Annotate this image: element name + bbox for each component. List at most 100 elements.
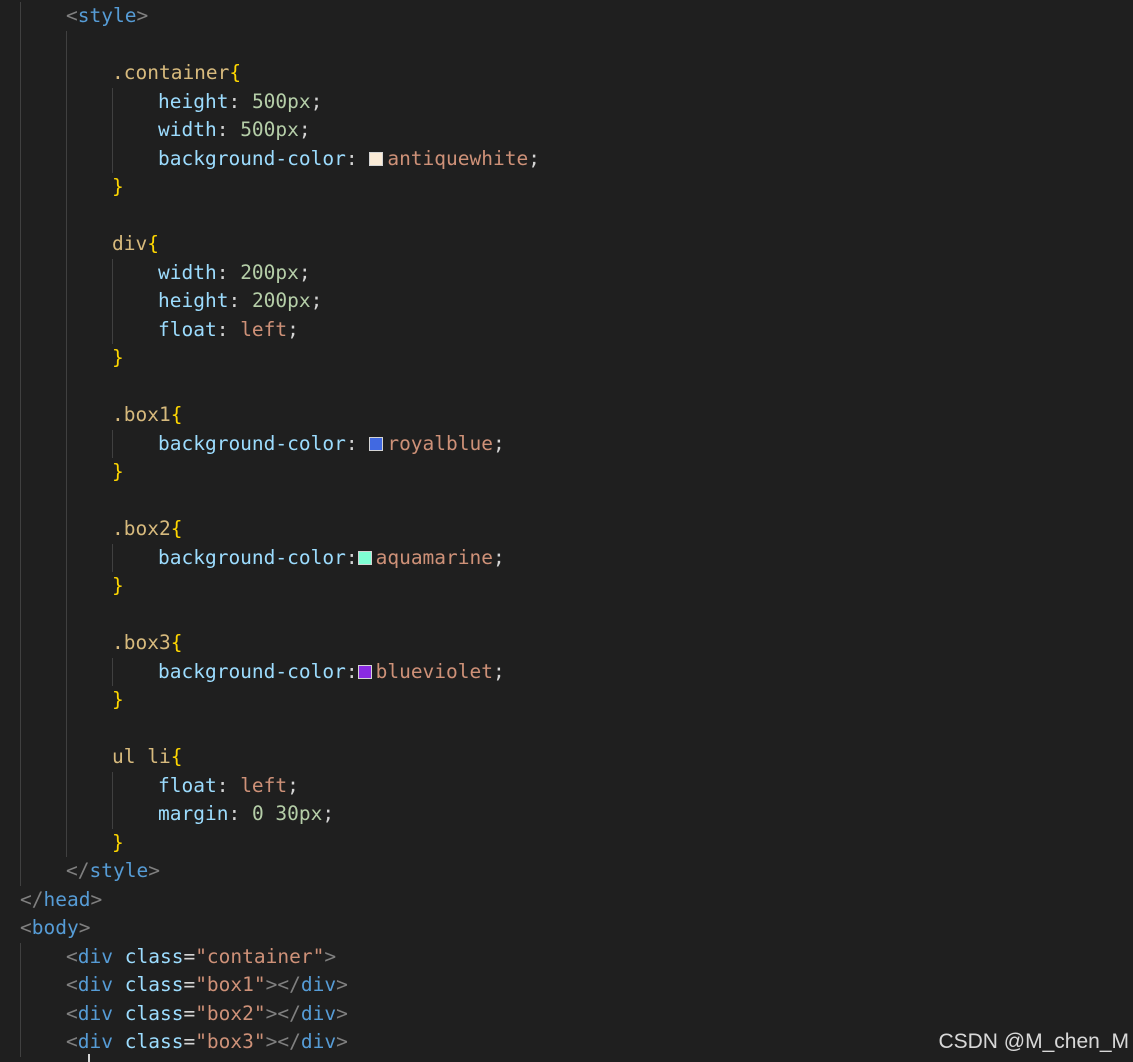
- code-line: ul li{: [112, 743, 182, 772]
- code-token: :: [216, 260, 241, 284]
- code-token: div: [77, 973, 113, 996]
- code-token: ul li: [112, 745, 171, 768]
- code-line: float: left;: [158, 772, 299, 801]
- code-token: float: [158, 773, 217, 797]
- code-token: 500px: [251, 89, 311, 113]
- code-token: div: [77, 1030, 113, 1053]
- code-line: <style>: [66, 2, 148, 31]
- code-line: <div class="container">: [66, 943, 336, 972]
- code-token: div: [300, 1001, 337, 1025]
- code-token: >: [336, 973, 348, 996]
- code-token: <: [20, 916, 32, 939]
- code-editor[interactable]: <style> .container{height: 500px; width: 5…: [0, 0, 1133, 1062]
- code-line: .box1{: [112, 401, 182, 430]
- code-token: "box2": [195, 1001, 266, 1025]
- text-cursor: [88, 1054, 90, 1062]
- code-token: div: [112, 232, 148, 255]
- indent-guide: [112, 258, 113, 344]
- code-token: div: [300, 1030, 337, 1053]
- code-line: }: [112, 572, 124, 601]
- aquamarine-swatch[interactable]: [357, 550, 372, 565]
- code-line: }: [112, 458, 124, 487]
- code-token: background-color: [158, 146, 346, 170]
- code-token: ;: [298, 118, 311, 141]
- indent-guide: [20, 2, 21, 886]
- code-token: .box3: [112, 631, 171, 654]
- code-token: =: [183, 1030, 196, 1053]
- code-token: >: [336, 1030, 348, 1053]
- code-token: class: [124, 1001, 184, 1025]
- code-token: 200px: [240, 260, 299, 284]
- code-token: 200px: [251, 289, 311, 312]
- code-token: </: [20, 887, 44, 911]
- code-line: background-color: antiquewhite;: [158, 145, 540, 174]
- code-token: style: [77, 4, 137, 27]
- code-line: margin: 0 30px;: [158, 800, 334, 829]
- code-token: ;: [528, 146, 540, 170]
- code-token: "box3": [195, 1030, 266, 1053]
- code-token: =: [183, 1001, 196, 1025]
- indent-guide: [112, 543, 113, 572]
- code-token: {: [170, 517, 183, 540]
- code-token: ;: [310, 289, 323, 312]
- code-token: "box1": [195, 973, 266, 996]
- code-token: div: [77, 1001, 113, 1025]
- code-token: <: [66, 4, 78, 27]
- code-token: :: [345, 146, 370, 170]
- code-token: .box2: [112, 517, 171, 540]
- code-line: }: [112, 686, 124, 715]
- code-token: float: [158, 317, 217, 341]
- code-token: >: [336, 1001, 348, 1025]
- code-line: <div class="box2"></div>: [66, 1000, 348, 1029]
- code-token: class: [124, 1030, 184, 1053]
- code-line: height: 500px;: [158, 88, 322, 117]
- antiquewhite-swatch[interactable]: [369, 151, 384, 166]
- code-token: >: [148, 859, 160, 882]
- code-line: }: [112, 173, 124, 202]
- code-token: :: [345, 659, 358, 683]
- code-token: {: [147, 232, 159, 255]
- code-line: background-color: aquamarine;: [158, 544, 505, 573]
- code-token: {: [170, 403, 183, 426]
- blueviolet-swatch[interactable]: [357, 664, 372, 679]
- royalblue-swatch[interactable]: [369, 436, 384, 451]
- code-token: <: [66, 1030, 78, 1053]
- code-token: :: [216, 317, 241, 341]
- code-token: {: [229, 61, 242, 84]
- code-token: ;: [322, 802, 335, 825]
- code-token: ;: [287, 317, 299, 341]
- code-token: }: [112, 574, 124, 597]
- code-token: "container": [195, 944, 325, 968]
- code-line: div{: [112, 230, 159, 259]
- code-token: width: [158, 260, 217, 284]
- code-line: }: [112, 344, 124, 373]
- indent-guide: [112, 87, 113, 173]
- code-token: blueviolet: [375, 659, 493, 683]
- code-line: }: [112, 829, 124, 858]
- code-token: ;: [493, 431, 505, 455]
- indent-guide: [112, 657, 113, 686]
- code-line: .box3{: [112, 629, 182, 658]
- code-token: head: [43, 887, 91, 911]
- code-token: ;: [310, 89, 323, 113]
- code-token: body: [31, 916, 79, 939]
- code-line: <div class="box1"></div>: [66, 971, 348, 1000]
- indent-guide: [112, 771, 113, 829]
- code-token: ></: [265, 1001, 301, 1025]
- code-token: }: [112, 830, 124, 854]
- code-token: background-color: [158, 659, 346, 683]
- code-line: height: 200px;: [158, 287, 322, 316]
- indent-guide: [112, 429, 113, 458]
- code-line: <div class="box3"></div>: [66, 1028, 348, 1057]
- code-token: <: [66, 1001, 78, 1025]
- code-token: ;: [287, 773, 299, 797]
- code-token: </: [66, 859, 90, 882]
- code-token: 500px: [240, 118, 299, 141]
- code-token: ></: [265, 1030, 301, 1053]
- code-line: background-color: royalblue;: [158, 430, 505, 459]
- code-token: }: [112, 460, 124, 483]
- code-token: width: [158, 118, 217, 141]
